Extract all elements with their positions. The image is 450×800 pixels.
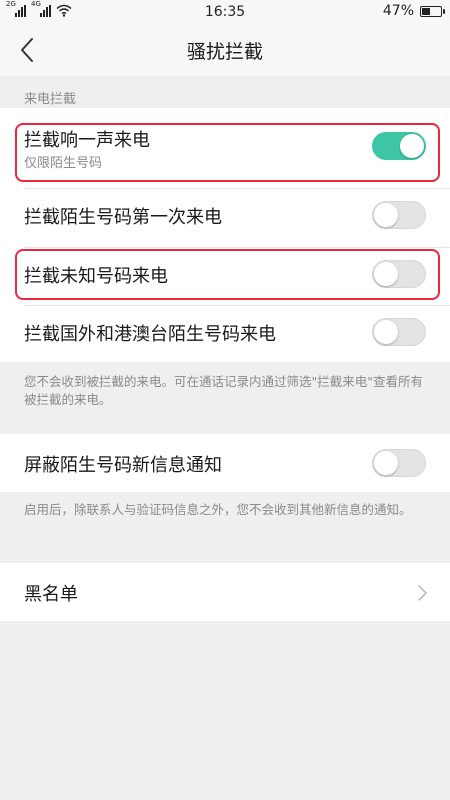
toggle-switch[interactable] <box>372 201 426 229</box>
blacklist-card: 黑名单 <box>0 563 450 621</box>
toggle-knob <box>374 320 398 344</box>
setting-row-block-sms[interactable]: 屏蔽陌生号码新信息通知 <box>0 434 450 492</box>
battery-icon <box>420 5 445 17</box>
call-blocking-note: 您不会收到被拦截的来电。可在通话记录内通过筛选"拦截来电"查看所有被拦截的来电。 <box>24 374 424 407</box>
toggle-switch[interactable] <box>372 449 426 477</box>
status-bar: 2G 4G 16:35 47% <box>0 0 450 24</box>
highlight-box-unknown-number <box>15 249 440 300</box>
setting-row-overseas[interactable]: 拦截国外和港澳台陌生号码来电 <box>0 306 450 362</box>
chevron-right-icon <box>418 585 427 601</box>
setting-title: 拦截陌生号码第一次来电 <box>24 207 222 228</box>
toggle-switch[interactable] <box>372 318 426 346</box>
section-label-call-blocking: 来电拦截 <box>24 92 77 107</box>
navigation-bar: 骚扰拦截 <box>0 24 450 76</box>
page-title: 骚扰拦截 <box>186 41 263 63</box>
setting-title: 屏蔽陌生号码新信息通知 <box>24 455 222 476</box>
setting-title: 拦截国外和港澳台陌生号码来电 <box>24 324 276 345</box>
blacklist-title: 黑名单 <box>24 584 78 605</box>
sms-note: 启用后，除联系人与验证码信息之外，您不会收到其他新信息的通知。 <box>24 502 412 517</box>
highlight-box-ring-once <box>15 123 440 182</box>
toggle-knob <box>374 203 398 227</box>
blacklist-row[interactable]: 黑名单 <box>0 563 450 621</box>
toggle-knob <box>374 451 398 475</box>
battery-status: 47% <box>382 3 445 19</box>
sms-card: 屏蔽陌生号码新信息通知 <box>0 434 450 492</box>
setting-row-first-call[interactable]: 拦截陌生号码第一次来电 <box>0 189 450 247</box>
battery-percent: 47% <box>382 3 414 19</box>
